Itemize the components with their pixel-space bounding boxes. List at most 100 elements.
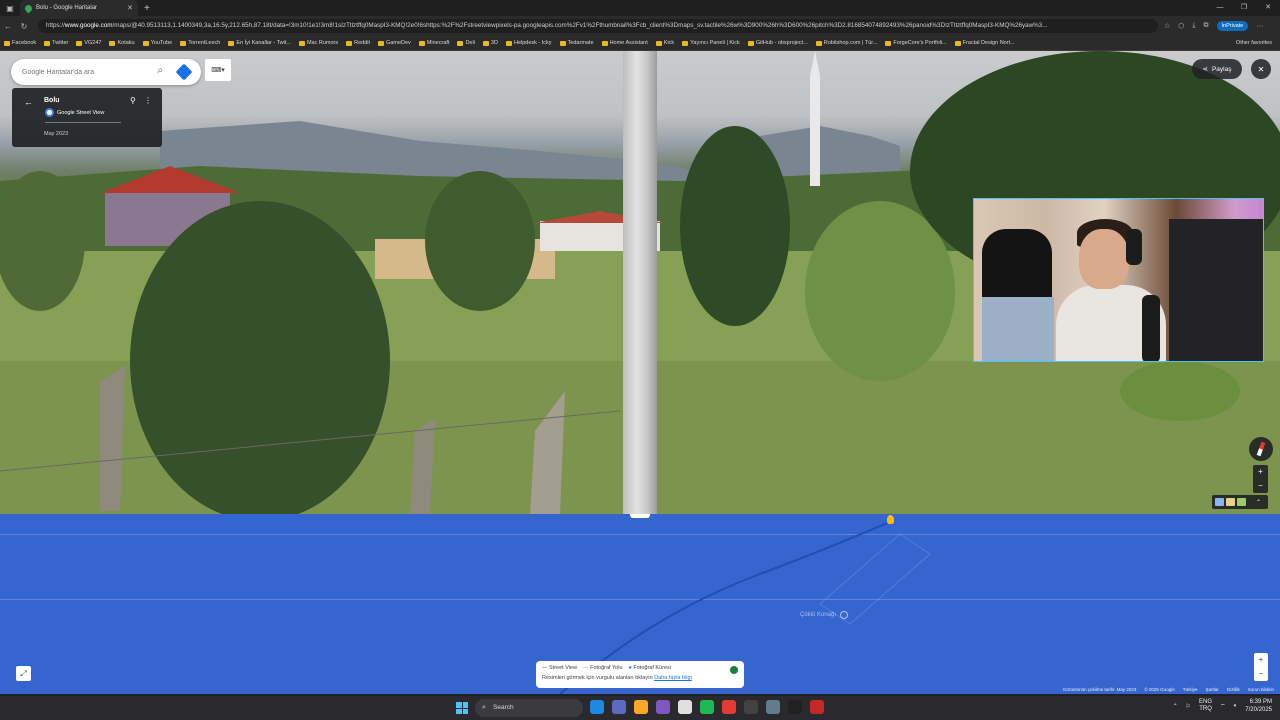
bookmark-item[interactable]: Kick: [655, 40, 674, 46]
location-pin-icon[interactable]: ⚲: [130, 96, 136, 105]
webcam-overlay: [973, 198, 1264, 362]
attribution-item[interactable]: Gizlilik: [1227, 687, 1240, 692]
mini-map[interactable]: ═ Çöklü Konağı ⤢ + − — Street View ⋯ Fot…: [0, 514, 1280, 694]
bookmark-item[interactable]: En İyi Kanallar - Twit...: [228, 40, 291, 46]
wifi-icon[interactable]: ⌔: [1220, 702, 1226, 710]
maximize-icon[interactable]: ❐: [1232, 0, 1256, 16]
other-favorites[interactable]: Other favorites: [1236, 40, 1272, 46]
expand-map-button[interactable]: ⤢: [16, 666, 31, 681]
bookmark-item[interactable]: GameDev: [378, 40, 411, 46]
tab-actions-icon[interactable]: ▣: [0, 0, 20, 16]
street-view-zoom-control[interactable]: + −: [1253, 465, 1268, 493]
capture-date[interactable]: May 2023: [44, 131, 68, 137]
app-icon[interactable]: [722, 700, 736, 714]
bookmark-item[interactable]: TorrentLeech: [180, 40, 220, 46]
layer-thumb-3[interactable]: [1237, 498, 1246, 506]
bookmark-item[interactable]: Kotaku: [109, 40, 135, 46]
layer-thumbnails[interactable]: ⌃: [1212, 495, 1268, 509]
map-attribution: Görüntünün çekilme tarihi: May 2023 © 202…: [1063, 687, 1274, 692]
bookmark-item[interactable]: Yayıncı Paneli | Kick: [682, 40, 740, 46]
map-search-box[interactable]: ⌕: [11, 59, 201, 85]
bookmark-icon: [76, 40, 83, 46]
map-zoom-out-icon[interactable]: −: [1254, 667, 1268, 681]
share-button[interactable]: ⋖ Paylaş: [1192, 59, 1242, 79]
legend-toggle[interactable]: [730, 666, 738, 674]
attribution-item[interactable]: Sorun bildirin: [1248, 687, 1274, 692]
network-icon[interactable]: ⚐: [1186, 703, 1191, 710]
bookmark-item[interactable]: Robitshop.com | Tür...: [815, 40, 877, 46]
app-icon[interactable]: [810, 700, 824, 714]
chevron-up-icon[interactable]: ⌃: [1173, 703, 1178, 710]
learn-more-link[interactable]: Daha fazla bilgi: [654, 675, 692, 681]
bookmark-item[interactable]: Deli: [457, 40, 475, 46]
spotify-icon[interactable]: [700, 700, 714, 714]
browser-tab[interactable]: Bolu - Google Haritalar ✕: [20, 0, 138, 16]
close-tab-icon[interactable]: ✕: [127, 4, 133, 12]
url-host: www.google.com: [64, 22, 113, 29]
back-icon[interactable]: ←: [0, 22, 16, 31]
bookmark-item[interactable]: VG247: [76, 40, 101, 46]
search-icon[interactable]: ⌕: [157, 65, 163, 76]
bookmark-item[interactable]: Home Assistant: [601, 40, 648, 46]
volume-icon[interactable]: 🔈︎: [1234, 703, 1238, 710]
app-icon[interactable]: [612, 700, 626, 714]
bookmark-item[interactable]: Facebook: [4, 40, 36, 46]
url-field[interactable]: https://www.google.com/maps/@40.9513113,…: [38, 19, 1158, 33]
back-arrow-icon[interactable]: ←: [24, 97, 33, 107]
bookmark-item[interactable]: Helpdesk - Icky: [505, 40, 552, 46]
more-options-icon[interactable]: ⋮: [144, 96, 152, 105]
app-icon[interactable]: [788, 700, 802, 714]
zoom-out-icon[interactable]: −: [1253, 479, 1268, 493]
app-icon[interactable]: [766, 700, 780, 714]
app-icon[interactable]: [656, 700, 670, 714]
bookmark-item[interactable]: YouTube: [142, 40, 172, 46]
browser-tab-bar: ▣ Bolu - Google Haritalar ✕ + — ❐ ✕: [0, 0, 1280, 16]
chevron-up-icon[interactable]: ⌃: [1256, 499, 1261, 506]
bookmark-label: Twitter: [52, 40, 69, 46]
pegman-icon[interactable]: [887, 515, 894, 524]
directions-icon[interactable]: [175, 63, 193, 81]
downloads-icon[interactable]: ⤓: [1192, 22, 1195, 30]
compass-icon[interactable]: [1249, 437, 1273, 461]
extensions-icon[interactable]: ⬡: [1178, 22, 1184, 30]
bookmark-item[interactable]: Twitter: [44, 40, 68, 46]
refresh-icon[interactable]: ↻: [16, 22, 32, 31]
language-indicator[interactable]: ENG TRQ: [1199, 699, 1212, 713]
bookmark-item[interactable]: Fractal Design Nort...: [954, 40, 1015, 46]
layer-thumb-2[interactable]: [1226, 498, 1235, 506]
bookmark-item[interactable]: Mac Rumors: [298, 40, 338, 46]
street-view-panorama[interactable]: ⌕ ⌨▾ ← Bolu ⚲ ⋮ Google Street View May 2…: [0, 51, 1280, 514]
map-zoom-in-icon[interactable]: +: [1254, 653, 1268, 667]
keyboard-shortcuts-button[interactable]: ⌨▾: [205, 59, 231, 81]
bookmark-icon: [228, 40, 235, 46]
map-poi[interactable]: Çöklü Konağı: [800, 611, 849, 619]
bookmark-item[interactable]: 3D: [482, 40, 498, 46]
clock[interactable]: 6:39 PM 7/20/2025: [1245, 698, 1272, 714]
zoom-in-icon[interactable]: +: [1253, 465, 1268, 479]
bookmark-item[interactable]: Reddit: [346, 40, 370, 46]
collections-icon[interactable]: ⧉: [1204, 22, 1209, 30]
inprivate-badge[interactable]: InPrivate: [1216, 21, 1249, 31]
layer-thumb-1[interactable]: [1215, 498, 1224, 506]
close-window-icon[interactable]: ✕: [1256, 0, 1280, 16]
taskbar-search[interactable]: ⌕ Search: [475, 699, 583, 717]
attribution-item[interactable]: Şartlar: [1205, 687, 1218, 692]
start-button[interactable]: [456, 702, 468, 714]
minimize-icon[interactable]: —: [1208, 0, 1232, 16]
edge-app-icon[interactable]: [590, 700, 604, 714]
favorite-star-icon[interactable]: ☆: [1164, 22, 1170, 30]
bookmark-item[interactable]: Minecraft: [418, 40, 449, 46]
street-view-source: Google Street View: [45, 108, 104, 117]
menu-dots-icon[interactable]: ···: [1256, 23, 1263, 30]
bookmark-item[interactable]: Tedarmate: [559, 40, 594, 46]
search-input[interactable]: [22, 68, 150, 76]
bookmark-item[interactable]: GitHub - obsproject...: [747, 40, 808, 46]
close-street-view-button[interactable]: ✕: [1251, 59, 1271, 79]
resize-handle[interactable]: ═: [630, 514, 650, 518]
app-icon[interactable]: [744, 700, 758, 714]
map-zoom-control[interactable]: + −: [1254, 653, 1268, 681]
file-explorer-icon[interactable]: [634, 700, 648, 714]
new-tab-button[interactable]: +: [144, 3, 150, 14]
bookmark-item[interactable]: ForgeCore's Portfoli...: [885, 40, 947, 46]
app-icon[interactable]: [678, 700, 692, 714]
